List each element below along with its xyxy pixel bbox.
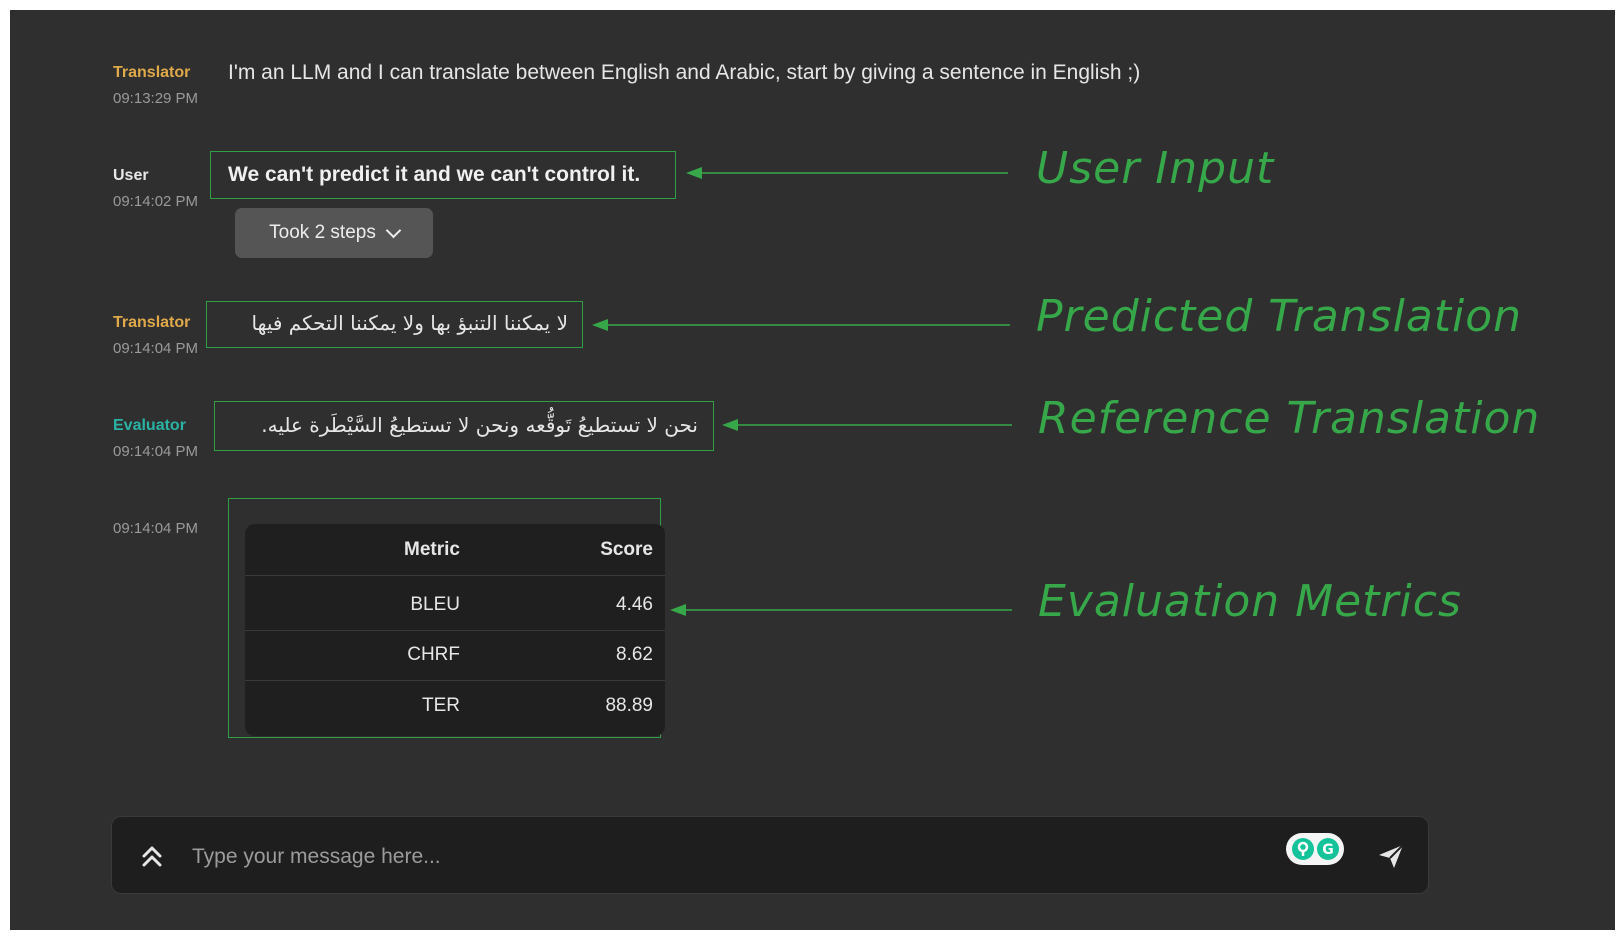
metric-score: 4.46 — [616, 594, 653, 615]
message-timestamp: 09:13:29 PM — [113, 90, 199, 107]
metric-score: 8.62 — [616, 644, 653, 665]
metric-name: CHRF — [407, 644, 460, 665]
metric-score: 88.89 — [605, 695, 653, 716]
message-timestamp: 09:14:04 PM — [113, 520, 199, 537]
expand-icon[interactable] — [140, 843, 164, 871]
reference-translation: نحن لا تستطيعُ تَوقُّعه ونحن لا تستطيعُ … — [261, 413, 698, 437]
annotation-reference-translation: Reference Translation — [1038, 393, 1541, 444]
table-header: Metric Score — [245, 524, 665, 576]
svg-text:G: G — [1322, 842, 1334, 858]
message-composer: G — [111, 816, 1429, 894]
header-metric: Metric — [404, 539, 460, 560]
sender-translator: Translator — [113, 64, 191, 81]
translator-greeting: I'm an LLM and I can translate between E… — [228, 61, 1141, 84]
sender-evaluator: Evaluator — [113, 417, 186, 434]
message-timestamp: 09:14:04 PM — [113, 443, 199, 460]
table-row: BLEU 4.46 — [245, 579, 665, 631]
message-input[interactable] — [190, 837, 1254, 877]
annotation-predicted-translation: Predicted Translation — [1036, 291, 1523, 342]
took-steps-button[interactable]: Took 2 steps — [235, 208, 433, 258]
steps-label: Took 2 steps — [269, 222, 376, 243]
sender-user: User — [113, 167, 149, 184]
chat-window: Translator 09:13:29 PM I'm an LLM and I … — [10, 10, 1615, 930]
predicted-translation: لا يمكننا التنبؤ بها ولا يمكننا التحكم ف… — [251, 311, 568, 335]
metric-name: BLEU — [410, 594, 460, 615]
annotation-user-input: User Input — [1036, 143, 1275, 194]
metrics-table: Metric Score BLEU 4.46 CHRF 8.62 TER 88.… — [245, 524, 665, 736]
sender-translator: Translator — [113, 314, 191, 331]
send-icon[interactable] — [1376, 841, 1406, 871]
table-row: CHRF 8.62 — [245, 629, 665, 681]
user-message: We can't predict it and we can't control… — [228, 163, 641, 186]
chevron-down-icon — [385, 222, 402, 239]
metric-name: TER — [422, 695, 460, 716]
message-timestamp: 09:14:02 PM — [113, 193, 199, 210]
table-row: TER 88.89 — [245, 680, 665, 732]
header-score: Score — [600, 539, 653, 560]
annotation-arrows — [592, 167, 1012, 616]
message-timestamp: 09:14:04 PM — [113, 340, 199, 357]
annotation-evaluation-metrics: Evaluation Metrics — [1038, 576, 1462, 627]
grammarly-icon[interactable]: G — [1286, 833, 1344, 865]
